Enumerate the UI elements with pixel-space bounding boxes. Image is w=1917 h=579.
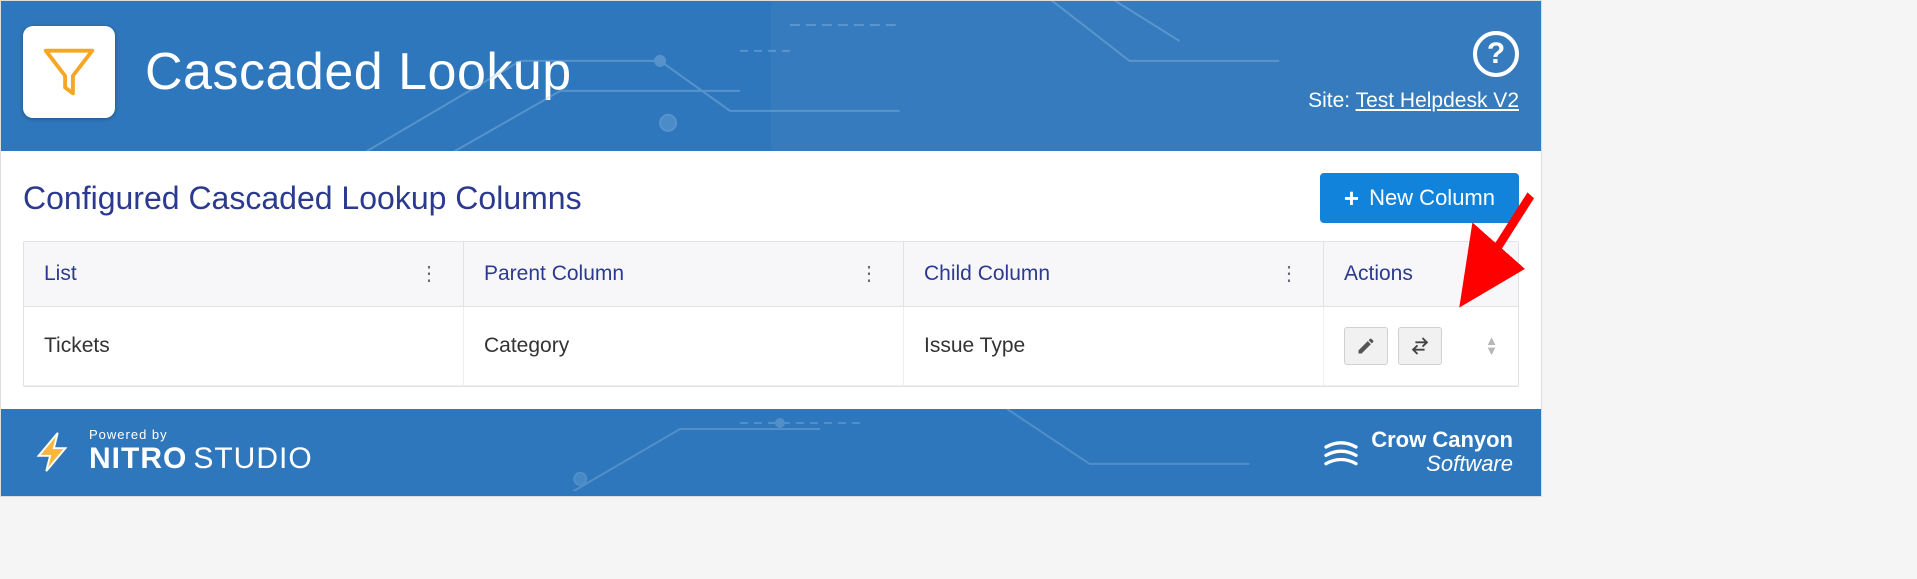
- site-link[interactable]: Test Helpdesk V2: [1356, 89, 1519, 112]
- columns-grid: List ⋮ Parent Column ⋮ Child Column ⋮ Ac…: [23, 241, 1519, 387]
- company-name-top: Crow Canyon: [1371, 428, 1513, 451]
- cell-actions: ▲ ▼: [1324, 307, 1518, 385]
- row-reorder-spinner[interactable]: ▲ ▼: [1485, 336, 1498, 356]
- table-row: Tickets Category Issue Type: [24, 307, 1518, 386]
- company-logo-block: Crow Canyon Software: [1321, 428, 1513, 474]
- page-header: Cascaded Lookup ? Site: Test Helpdesk V2: [1, 1, 1541, 151]
- column-header-actions: Actions: [1324, 242, 1518, 307]
- column-header-parent[interactable]: Parent Column ⋮: [464, 242, 904, 307]
- funnel-icon-box: [23, 26, 115, 118]
- help-icon[interactable]: ?: [1473, 31, 1519, 77]
- powered-by-label: Powered by: [89, 427, 313, 442]
- spinner-down-icon[interactable]: ▼: [1485, 346, 1498, 356]
- column-menu-icon[interactable]: ⋮: [855, 260, 883, 288]
- edit-button[interactable]: [1344, 327, 1388, 365]
- cell-parent: Category: [464, 307, 904, 385]
- column-menu-icon[interactable]: ⋮: [415, 260, 443, 288]
- column-menu-icon[interactable]: ⋮: [1275, 260, 1303, 288]
- nitro-word: NITRO: [89, 442, 187, 476]
- grid-header-row: List ⋮ Parent Column ⋮ Child Column ⋮ Ac…: [24, 242, 1518, 307]
- section-title: Configured Cascaded Lookup Columns: [23, 180, 582, 217]
- column-header-child[interactable]: Child Column ⋮: [904, 242, 1324, 307]
- funnel-icon: [38, 41, 100, 103]
- studio-word: STUDIO: [193, 442, 312, 476]
- page-title: Cascaded Lookup: [145, 42, 572, 102]
- cell-child: Issue Type: [904, 307, 1324, 385]
- site-label: Site:: [1308, 89, 1350, 112]
- cell-list: Tickets: [24, 307, 464, 385]
- pencil-icon: [1356, 336, 1376, 356]
- page-footer: Powered by NITRO STUDIO Crow Canyon Soft…: [1, 409, 1541, 496]
- site-label-line: Site: Test Helpdesk V2: [1308, 89, 1519, 113]
- column-header-list[interactable]: List ⋮: [24, 242, 464, 307]
- swap-icon: [1409, 335, 1431, 357]
- new-column-label: New Column: [1369, 185, 1495, 211]
- plus-icon: +: [1344, 185, 1359, 211]
- swap-button[interactable]: [1398, 327, 1442, 365]
- new-column-button[interactable]: + New Column: [1320, 173, 1519, 223]
- wave-logo-icon: [1321, 432, 1361, 472]
- company-name-bottom: Software: [1371, 452, 1513, 475]
- nitro-bolt-icon: [29, 429, 75, 475]
- powered-by-block: Powered by NITRO STUDIO: [29, 427, 313, 476]
